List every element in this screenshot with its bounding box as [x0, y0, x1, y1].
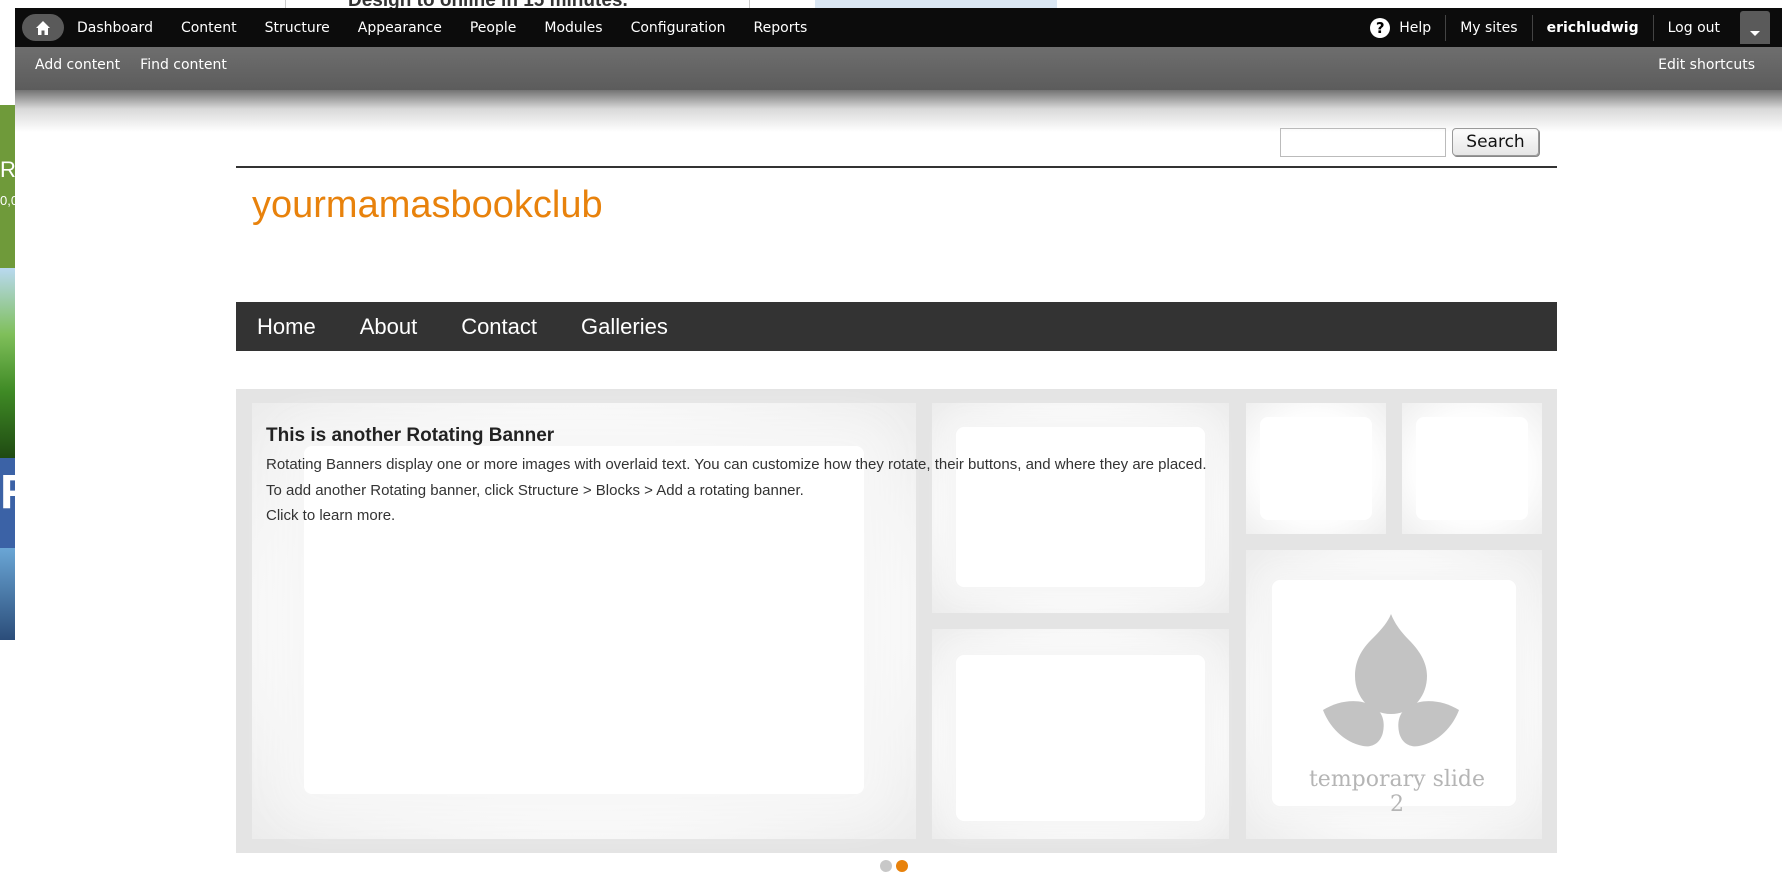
admin-toolbar: Dashboard Content Structure Appearance P…	[15, 8, 1782, 47]
banner-title: This is another Rotating Banner	[266, 425, 555, 446]
nav-home[interactable]: Home	[257, 314, 316, 340]
home-button[interactable]	[22, 14, 64, 41]
background-side-subtext: 0,0	[0, 193, 15, 208]
slide-caption: temporary slide 2	[1308, 767, 1486, 817]
help-label: Help	[1399, 19, 1432, 36]
help-icon: ?	[1370, 17, 1391, 38]
banner-tile-small-1	[1246, 403, 1386, 534]
shortcut-add-content[interactable]: Add content	[35, 57, 120, 73]
nav-contact[interactable]: Contact	[461, 314, 537, 340]
my-sites-link[interactable]: My sites	[1445, 14, 1531, 41]
site-name[interactable]: yourmamasbookclub	[252, 184, 603, 227]
menu-reports[interactable]: Reports	[754, 20, 808, 36]
edit-shortcuts-link[interactable]: Edit shortcuts	[1658, 47, 1755, 83]
help-link[interactable]: ? Help	[1356, 15, 1445, 41]
user-account-link[interactable]: erichludwig	[1531, 14, 1653, 41]
menu-content[interactable]: Content	[181, 20, 237, 36]
drupal-drop-icon	[1323, 614, 1459, 747]
shortcuts-toggle-button[interactable]	[1740, 11, 1770, 44]
home-icon	[36, 20, 50, 35]
pager-dot-2[interactable]	[896, 860, 908, 872]
banner-text: This is another Rotating Banner Rotating…	[266, 425, 1207, 529]
pager-dot-1[interactable]	[880, 860, 892, 872]
menu-modules[interactable]: Modules	[544, 20, 602, 36]
nav-galleries[interactable]: Galleries	[581, 314, 668, 340]
background-side-text: Re	[0, 157, 15, 182]
menu-appearance[interactable]: Appearance	[358, 20, 442, 36]
search-input[interactable]	[1280, 128, 1446, 157]
banner-description-2: To add another Rotating banner, click St…	[266, 481, 804, 499]
chevron-down-icon	[1750, 31, 1760, 36]
rotating-banner[interactable]: temporary slide 2 This is another Rotati…	[236, 389, 1557, 853]
background-side-images: Re 0,0 Fa	[0, 105, 15, 640]
banner-description-1: Rotating Banners display one or more ima…	[266, 456, 1207, 473]
admin-menu: Dashboard Content Structure Appearance P…	[77, 8, 835, 47]
banner-tile-middle-bottom	[932, 629, 1229, 839]
nav-about[interactable]: About	[360, 314, 418, 340]
menu-people[interactable]: People	[470, 20, 517, 36]
shortcuts-bar: Add content Find content Edit shortcuts	[15, 47, 1782, 90]
user-menu: ? Help My sites erichludwig Log out	[1356, 8, 1782, 47]
banner-learn-more[interactable]: Click to learn more.	[266, 503, 1207, 529]
background-side-bold-text: Fa	[0, 466, 15, 519]
search-button[interactable]: Search	[1452, 128, 1539, 156]
banner-tile-small-2	[1402, 403, 1542, 534]
main-navigation: Home About Contact Galleries	[236, 302, 1557, 351]
header-divider	[236, 166, 1557, 168]
toolbar-shadow	[15, 90, 1782, 132]
banner-pager	[880, 860, 908, 872]
menu-structure[interactable]: Structure	[265, 20, 330, 36]
shortcut-find-content[interactable]: Find content	[140, 57, 227, 73]
menu-configuration[interactable]: Configuration	[631, 20, 726, 36]
logout-link[interactable]: Log out	[1652, 14, 1734, 41]
menu-dashboard[interactable]: Dashboard	[77, 20, 153, 36]
